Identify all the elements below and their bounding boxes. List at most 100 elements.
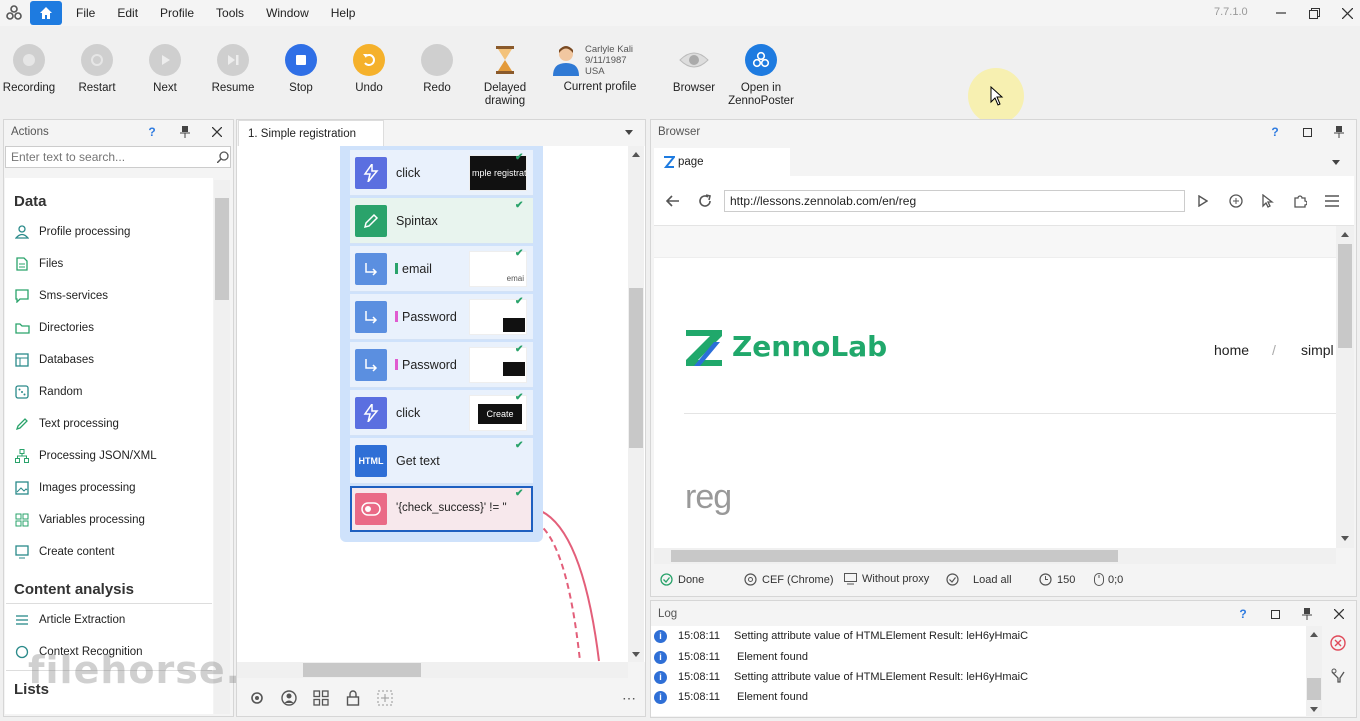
back-arrow-icon[interactable] [664, 193, 682, 209]
action-images-processing[interactable]: Images processing [14, 478, 136, 498]
close-button[interactable] [1337, 3, 1357, 23]
restart-button[interactable]: Restart [62, 44, 132, 95]
add-block-icon[interactable] [376, 689, 394, 707]
scroll-up-icon[interactable] [631, 150, 641, 158]
action-profile-processing[interactable]: Profile processing [14, 222, 130, 242]
status-engine[interactable]: CEF (Chrome) [744, 573, 834, 586]
hamburger-menu-icon[interactable] [1323, 192, 1341, 210]
restore-button[interactable] [1304, 3, 1324, 23]
actions-scrollbar[interactable] [214, 180, 230, 714]
log-vscroll[interactable] [1306, 626, 1322, 716]
action-article-extraction[interactable]: Article Extraction [14, 610, 125, 630]
tab-simple-registration[interactable]: 1. Simple registration [238, 120, 384, 146]
menu-profile[interactable]: Profile [160, 6, 194, 20]
section-content-analysis[interactable]: Content analysis [14, 581, 134, 598]
action-block-password[interactable]: Password ✔ [350, 342, 533, 388]
scroll-up-icon[interactable] [1340, 230, 1350, 238]
scroll-down-icon[interactable] [1340, 534, 1350, 542]
maximize-icon[interactable] [1300, 125, 1314, 139]
help-icon[interactable]: ? [1236, 607, 1250, 621]
action-create-content[interactable]: Create content [14, 542, 114, 562]
status-load[interactable]: Load all [946, 573, 1012, 586]
scrollbar-thumb[interactable] [215, 198, 229, 300]
log-row[interactable]: i 15:08:11 Element found [654, 647, 808, 667]
clear-log-icon[interactable] [1329, 634, 1347, 652]
scrollbar-thumb[interactable] [1307, 678, 1321, 700]
close-panel-icon[interactable] [210, 125, 224, 139]
log-row[interactable]: i 15:08:11 Element found [654, 687, 808, 707]
action-block-password[interactable]: Password ✔ [350, 294, 533, 340]
profile-avatar[interactable] [548, 44, 584, 82]
maximize-icon[interactable] [1268, 607, 1282, 621]
status-proxy[interactable]: Without proxy [844, 573, 929, 585]
pin-icon[interactable] [1332, 125, 1346, 139]
current-profile-label[interactable]: Current profile [560, 81, 640, 93]
action-block-click[interactable]: click Create ✔ [350, 390, 533, 436]
pointer-icon[interactable] [1259, 192, 1277, 210]
log-row[interactable]: i 15:08:11 Setting attribute value of HTML… [654, 667, 1028, 687]
nav-home-link[interactable]: home [1214, 342, 1249, 358]
undo-button[interactable]: Undo [334, 44, 404, 95]
resume-button[interactable]: Resume [198, 44, 268, 95]
menu-help[interactable]: Help [331, 6, 356, 20]
action-sms-services[interactable]: Sms-services [14, 286, 108, 306]
action-block-click[interactable]: click mple registrat ✔ [350, 150, 533, 196]
open-in-zennoposter-button[interactable]: Open in ZennoPoster [721, 44, 801, 108]
browser-button[interactable]: Browser [659, 44, 729, 95]
address-bar[interactable] [724, 190, 1185, 212]
menu-file[interactable]: File [76, 6, 95, 20]
chevron-down-icon[interactable] [623, 126, 635, 138]
action-block-if[interactable]: '{check_success}' != '' ✔ [350, 486, 533, 532]
action-files[interactable]: Files [14, 254, 63, 274]
scrollbar-thumb[interactable] [671, 550, 1118, 562]
actions-search-input[interactable] [6, 147, 206, 167]
scrollbar-thumb[interactable] [303, 663, 421, 677]
action-block-email[interactable]: email emai ✔ [350, 246, 533, 292]
nav-simple-link[interactable]: simpl [1301, 342, 1334, 358]
minimize-button[interactable] [1271, 3, 1291, 23]
action-databases[interactable]: Databases [14, 350, 94, 370]
menu-window[interactable]: Window [266, 6, 309, 20]
scroll-down-icon[interactable] [1309, 705, 1319, 713]
settings-gear-icon[interactable] [248, 689, 266, 707]
url-input[interactable] [725, 191, 1180, 211]
menu-tools[interactable]: Tools [216, 6, 244, 20]
action-variables-processing[interactable]: Variables processing [14, 510, 145, 530]
stop-button[interactable]: Stop [266, 44, 336, 95]
section-data[interactable]: Data [14, 193, 47, 210]
action-directories[interactable]: Directories [14, 318, 94, 338]
play-icon[interactable] [1195, 193, 1211, 209]
delayed-drawing-button[interactable]: Delayed drawing [470, 44, 540, 108]
pin-icon[interactable] [178, 125, 192, 139]
extensions-icon[interactable] [1291, 192, 1309, 210]
profile-icon[interactable] [280, 689, 298, 707]
actions-search[interactable] [5, 146, 231, 168]
browser-viewport[interactable]: ZennoLab home / simpl reg [654, 226, 1336, 548]
action-block-get-text[interactable]: HTML Get text ✔ [350, 438, 533, 484]
scroll-up-icon[interactable] [1309, 630, 1319, 638]
browser-vscroll[interactable] [1336, 226, 1354, 548]
log-row[interactable]: i 15:08:11 Setting attribute value of HTML… [654, 626, 1028, 646]
search-icon[interactable] [216, 150, 230, 164]
scroll-down-icon[interactable] [631, 650, 641, 658]
next-button[interactable]: Next [130, 44, 200, 95]
lock-icon[interactable] [344, 689, 362, 707]
project-hscroll[interactable] [237, 662, 628, 678]
grid-view-icon[interactable] [312, 689, 330, 707]
close-panel-icon[interactable] [1332, 607, 1346, 621]
pin-icon[interactable] [1300, 607, 1314, 621]
browser-tab-page[interactable]: page [654, 148, 790, 176]
scrollbar-thumb[interactable] [1338, 244, 1352, 348]
recording-button[interactable]: Recording [0, 44, 64, 95]
action-text-processing[interactable]: Text processing [14, 414, 119, 434]
action-processing-json-xml[interactable]: Processing JSON/XML [14, 446, 157, 466]
menu-edit[interactable]: Edit [117, 6, 138, 20]
more-options-icon[interactable]: ⋯ [620, 690, 638, 706]
action-random[interactable]: Random [14, 382, 82, 402]
redo-button[interactable]: Redo [402, 44, 472, 95]
filter-log-icon[interactable] [1329, 667, 1347, 685]
browser-hscroll[interactable] [654, 548, 1336, 564]
home-button[interactable] [30, 1, 62, 25]
project-vscroll[interactable] [628, 146, 644, 662]
help-icon[interactable]: ? [145, 125, 159, 139]
